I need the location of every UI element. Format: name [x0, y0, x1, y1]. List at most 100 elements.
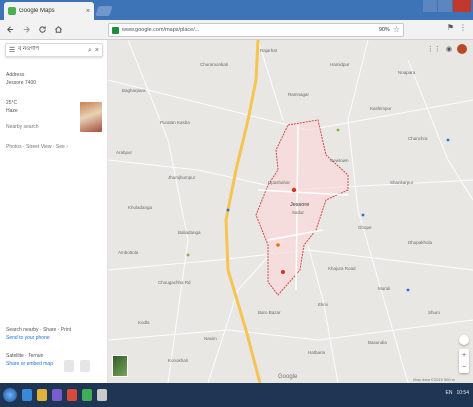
zoom-in-button[interactable]: +	[462, 352, 466, 359]
zoom-control: + −	[459, 349, 469, 373]
secure-lock-icon	[112, 26, 119, 34]
map-label: Churamonkati	[200, 62, 229, 67]
clear-search-icon[interactable]: ×	[95, 47, 99, 54]
search-input[interactable]: ব নওগাঁপ	[18, 46, 85, 54]
address-block: Address Jessore 7400	[6, 72, 36, 87]
map-label: Baliadanga	[178, 230, 201, 235]
tab-title: Google Maps	[19, 8, 55, 14]
forward-arrow-icon	[23, 26, 30, 33]
avatar[interactable]	[457, 44, 467, 54]
map-label: Ghope	[358, 225, 372, 230]
browser-toolbar: www.google.com/maps/place/... 90% ☆ ⚑ ⋮	[0, 20, 473, 40]
forward-button[interactable]	[20, 24, 32, 36]
layer-toggle-icon[interactable]	[64, 360, 74, 372]
maximize-button[interactable]	[438, 0, 452, 12]
city-sublabel: Sadar	[292, 210, 305, 215]
map-label: Upashahar	[268, 180, 291, 185]
windows-taskbar: EN 10:54	[0, 383, 473, 407]
city-label[interactable]: Jessore	[290, 202, 309, 208]
map-label: Ekmi	[318, 302, 328, 307]
google-logo: Google	[278, 374, 298, 380]
weather-block: 25°C Haze	[6, 100, 18, 115]
reload-icon	[38, 26, 46, 33]
start-button[interactable]	[3, 388, 17, 402]
panel-footer-actions: Search nearby · Share · Print Send to yo…	[6, 327, 71, 342]
layer-toggle-icon-2[interactable]	[80, 360, 90, 372]
map-label: Hamidpur	[330, 62, 350, 67]
home-button[interactable]	[52, 24, 64, 36]
media-icon[interactable]	[52, 389, 62, 401]
back-arrow-icon	[6, 26, 13, 33]
close-window-button[interactable]	[453, 0, 471, 12]
tab-close-icon[interactable]: ×	[86, 8, 90, 15]
map-attribution: Map data ©2019 500 m	[413, 377, 455, 382]
map-label: Newtown	[330, 158, 349, 163]
home-icon	[54, 26, 62, 33]
map-label: Puratan Kasba	[160, 120, 190, 125]
bookmark-star-icon[interactable]: ☆	[393, 26, 400, 34]
map-label: Bagharpara	[122, 88, 146, 93]
app-icon[interactable]	[67, 389, 77, 401]
photos-row[interactable]: Photos · Street View · See ›	[6, 144, 68, 152]
map-label: Arabpur	[116, 150, 133, 155]
notifications-icon[interactable]: ◉	[446, 46, 452, 53]
chrome-icon[interactable]	[82, 389, 92, 401]
map-label: Dhopakhola	[408, 240, 433, 245]
folder-icon[interactable]	[37, 389, 47, 401]
browser-tab[interactable]: Google Maps ×	[4, 2, 94, 20]
search-icon[interactable]: ⌕	[88, 47, 92, 54]
map-label: Kashimpur	[370, 106, 392, 111]
map-label: Nasim	[204, 336, 217, 341]
share-embed-link[interactable]: Share or embed map	[6, 361, 53, 369]
extension-icon[interactable]: ⚑	[447, 24, 454, 32]
weather-desc: Haze	[6, 107, 18, 114]
my-location-button[interactable]	[459, 335, 469, 345]
window-controls	[423, 0, 471, 12]
map-label: Basundia	[368, 340, 387, 345]
nearby-link[interactable]: Nearby search	[6, 124, 39, 132]
minimize-button[interactable]	[423, 0, 437, 12]
map-label: Baro Bazar	[258, 310, 281, 315]
map-label: Chanchra	[408, 136, 428, 141]
map-canvas[interactable]: Jessore Sadar Rajarhat Churamonkati Hami…	[108, 40, 473, 383]
satellite-layer-toggle[interactable]	[112, 355, 128, 377]
map-label: Jhumjhumpur	[168, 175, 196, 180]
url-text: www.google.com/maps/place/...	[122, 27, 200, 33]
send-to-phone-link[interactable]: Send to your phone	[6, 335, 71, 343]
ie-icon[interactable]	[22, 389, 32, 401]
map-label: Shankarpur	[390, 180, 414, 185]
language-indicator[interactable]: EN	[446, 390, 453, 396]
extension-area: ⚑ ⋮	[447, 24, 467, 32]
new-tab-button[interactable]	[95, 6, 113, 16]
panel-footer-layers: Satellite · Terrain Share or embed map	[6, 353, 53, 368]
app-icon-2[interactable]	[97, 389, 107, 401]
map-label: Shuro	[428, 310, 441, 315]
apps-grid-icon[interactable]: ⋮⋮	[427, 46, 441, 53]
maps-favicon-icon	[8, 7, 16, 15]
map-label: Khajura Road	[328, 266, 356, 271]
address-value: Jessore 7400	[6, 79, 37, 86]
zoom-out-button[interactable]: −	[462, 364, 466, 371]
browser-tab-strip: Google Maps ×	[0, 0, 473, 20]
maps-side-panel: ☰ ব নওগাঁপ ⌕ × Address Jessore 7400 25°C…	[0, 40, 108, 383]
map-label: Kodla	[138, 320, 150, 325]
account-area: ⋮⋮ ◉	[427, 44, 467, 54]
zoom-level[interactable]: 90%	[379, 27, 390, 33]
map-label: Murali	[378, 286, 391, 291]
weather-temp: 25°C	[6, 100, 18, 106]
panel-mini-icons	[64, 360, 90, 372]
back-button[interactable]	[4, 24, 16, 36]
maps-search-box[interactable]: ☰ ব নওগাঁপ ⌕ ×	[5, 43, 103, 57]
footer-actions-text: Search nearby · Share · Print	[6, 327, 72, 333]
map-label: Chougachha Rd	[158, 280, 191, 285]
browser-menu-icon[interactable]: ⋮	[459, 24, 467, 32]
hamburger-menu-icon[interactable]: ☰	[9, 47, 15, 54]
map-label: Rajarhat	[260, 48, 278, 53]
place-photo-thumbnail[interactable]	[80, 102, 102, 132]
reload-button[interactable]	[36, 24, 48, 36]
system-tray: EN 10:54	[446, 390, 469, 396]
map-label: Hatbaria	[308, 350, 326, 355]
address-bar[interactable]: www.google.com/maps/place/... 90% ☆	[108, 23, 404, 37]
clock[interactable]: 10:54	[456, 390, 469, 396]
address-label: Address	[6, 72, 25, 78]
